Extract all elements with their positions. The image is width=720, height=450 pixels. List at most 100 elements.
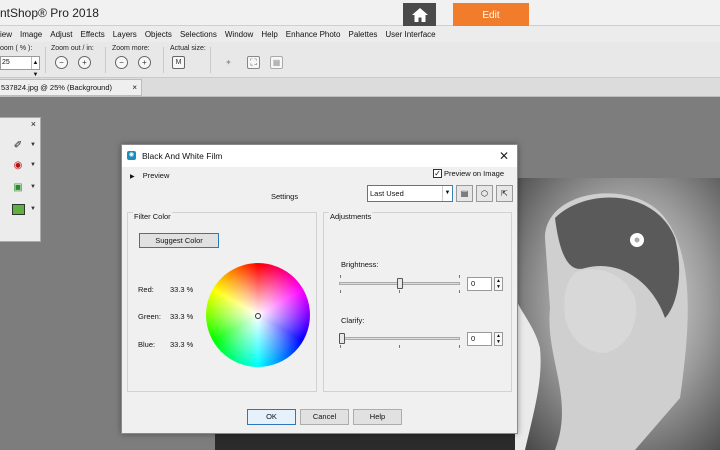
chevron-down-icon[interactable]: ▼ — [30, 206, 36, 212]
zoom-more-in-icon[interactable]: + — [138, 56, 151, 69]
menu-window[interactable]: Window — [225, 30, 253, 39]
girl-photo-svg — [515, 178, 720, 450]
fit-icon[interactable]: ⛶ — [247, 56, 260, 69]
preview-on-image-label: Preview on Image — [444, 169, 505, 178]
menu-user-interface[interactable]: User Interface — [385, 30, 435, 39]
red-label: Red: — [138, 285, 154, 294]
toolbar-divider — [105, 47, 106, 73]
preset-value: Last Used — [370, 189, 404, 198]
ok-button[interactable]: OK — [247, 409, 296, 425]
dropper-icon[interactable]: ✐ — [11, 138, 25, 152]
slider-tick — [399, 290, 400, 293]
dialog-title: Black And White Film — [142, 151, 223, 161]
cancel-button[interactable]: Cancel — [300, 409, 349, 425]
edit-tab[interactable]: Edit — [453, 3, 529, 27]
slider-tick — [459, 345, 460, 348]
menu-layers[interactable]: Layers — [113, 30, 137, 39]
brightness-label: Brightness: — [341, 260, 379, 269]
app-title: ntShop® Pro 2018 — [0, 6, 99, 20]
menu-palettes[interactable]: Palettes — [348, 30, 377, 39]
close-icon[interactable]: × — [31, 119, 36, 129]
home-button[interactable] — [403, 3, 436, 27]
red-value: 33.3 % — [170, 285, 194, 294]
menu-enhance-photo[interactable]: Enhance Photo — [286, 30, 341, 39]
brightness-value: 0 — [471, 279, 476, 288]
home-icon — [411, 8, 428, 22]
actual-size-button[interactable]: M — [172, 56, 185, 69]
chevron-down-icon[interactable]: ▼ — [30, 162, 36, 168]
photo-image — [515, 178, 720, 450]
clarify-slider-track[interactable] — [339, 337, 460, 340]
slider-tick — [340, 275, 341, 278]
makeover-icon[interactable]: ▣ — [11, 180, 25, 194]
blue-label: Blue: — [138, 340, 156, 349]
tool-options-bar: oom ( % ): 25 ▲ ▼ Zoom out / in: − + Zoom… — [0, 42, 720, 78]
zoom-percent-value: 25 — [2, 59, 10, 66]
preview-on-image-checkbox[interactable]: ✓ Preview on Image — [433, 169, 504, 178]
document-tab[interactable]: 537824.jpg @ 25% (Background) × — [0, 79, 142, 96]
color-swatch-icon[interactable] — [11, 202, 25, 216]
green-value: 33.3 % — [170, 312, 194, 321]
slider-tick — [459, 275, 460, 278]
preview-toggle[interactable]: ▶ Preview — [130, 171, 169, 180]
toolbar-divider — [163, 47, 164, 73]
close-icon[interactable]: × — [132, 80, 137, 95]
menu-view[interactable]: iew — [0, 30, 12, 39]
red-eye-icon[interactable]: ◉ — [11, 158, 25, 172]
grid-icon[interactable]: ▦ — [270, 56, 283, 69]
slider-tick — [459, 290, 460, 293]
dialog-titlebar: ◉ Black And White Film ✕ — [122, 145, 517, 167]
spin-arrows-icon[interactable]: ▲ ▼ — [31, 57, 39, 78]
close-icon[interactable]: ✕ — [499, 149, 509, 163]
save-preset-button[interactable]: ▤ — [456, 185, 473, 202]
clarify-spinner[interactable]: ▲ ▼ — [494, 332, 503, 346]
zoom-more-out-icon[interactable]: − — [115, 56, 128, 69]
color-wheel-marker[interactable] — [255, 313, 261, 319]
black-and-white-film-dialog: ◉ Black And White Film ✕ ▶ Preview ✓ Pre… — [121, 144, 518, 434]
reset-icon: ⬡ — [481, 189, 488, 198]
menu-objects[interactable]: Objects — [145, 30, 172, 39]
suggest-color-button[interactable]: Suggest Color — [139, 233, 219, 248]
adjustments-group: Adjustments — [323, 212, 512, 392]
zoom-out-icon[interactable]: − — [55, 56, 68, 69]
load-preset-button[interactable]: ⇱ — [496, 185, 513, 202]
toolbar-divider — [210, 47, 211, 73]
tools-palette: × ✐ ▼ ◉ ▼ ▣ ▼ ▼ — [0, 117, 41, 242]
checkmark-icon: ✓ — [433, 168, 442, 178]
zoom-percent-input[interactable]: 25 ▲ ▼ — [0, 56, 40, 78]
document-tab-label: 537824.jpg @ 25% (Background) — [1, 83, 113, 92]
brightness-spinner[interactable]: ▲ ▼ — [494, 277, 503, 291]
brightness-input[interactable]: 0 — [467, 277, 492, 291]
image-edge — [215, 432, 515, 450]
blue-value: 33.3 % — [170, 340, 194, 349]
chevron-down-icon[interactable]: ▼ — [30, 142, 36, 148]
clarify-slider-thumb[interactable] — [339, 333, 345, 344]
slider-tick — [399, 345, 400, 348]
menu-bar: iew Image Adjust Effects Layers Objects … — [0, 26, 720, 42]
zoom-percent-label: oom ( % ): — [0, 45, 33, 52]
menu-help[interactable]: Help — [261, 30, 277, 39]
green-label: Green: — [138, 312, 161, 321]
actual-size-icon: M — [175, 59, 182, 66]
preview-label: Preview — [142, 171, 170, 180]
menu-selections[interactable]: Selections — [180, 30, 217, 39]
brightness-slider-thumb[interactable] — [396, 278, 403, 289]
document-tab-row: 537824.jpg @ 25% (Background) × — [0, 78, 720, 97]
preset-dropdown[interactable]: Last Used ▼ — [367, 185, 453, 202]
clarify-input[interactable]: 0 — [467, 332, 492, 346]
title-bar: ntShop® Pro 2018 Edit — [0, 0, 720, 27]
crosshair-icon[interactable]: ✦ — [222, 56, 235, 69]
chevron-down-icon[interactable]: ▼ — [30, 184, 36, 190]
help-button[interactable]: Help — [353, 409, 402, 425]
slider-tick — [340, 345, 341, 348]
zoom-in-icon[interactable]: + — [78, 56, 91, 69]
menu-adjust[interactable]: Adjust — [50, 30, 72, 39]
slider-tick — [340, 290, 341, 293]
menu-image[interactable]: Image — [20, 30, 42, 39]
settings-label: Settings — [271, 192, 299, 201]
expand-triangle-icon: ▶ — [130, 174, 135, 180]
green-swatch — [11, 203, 25, 215]
reset-preset-button[interactable]: ⬡ — [476, 185, 493, 202]
actual-size-label: Actual size: — [170, 45, 206, 52]
menu-effects[interactable]: Effects — [80, 30, 104, 39]
